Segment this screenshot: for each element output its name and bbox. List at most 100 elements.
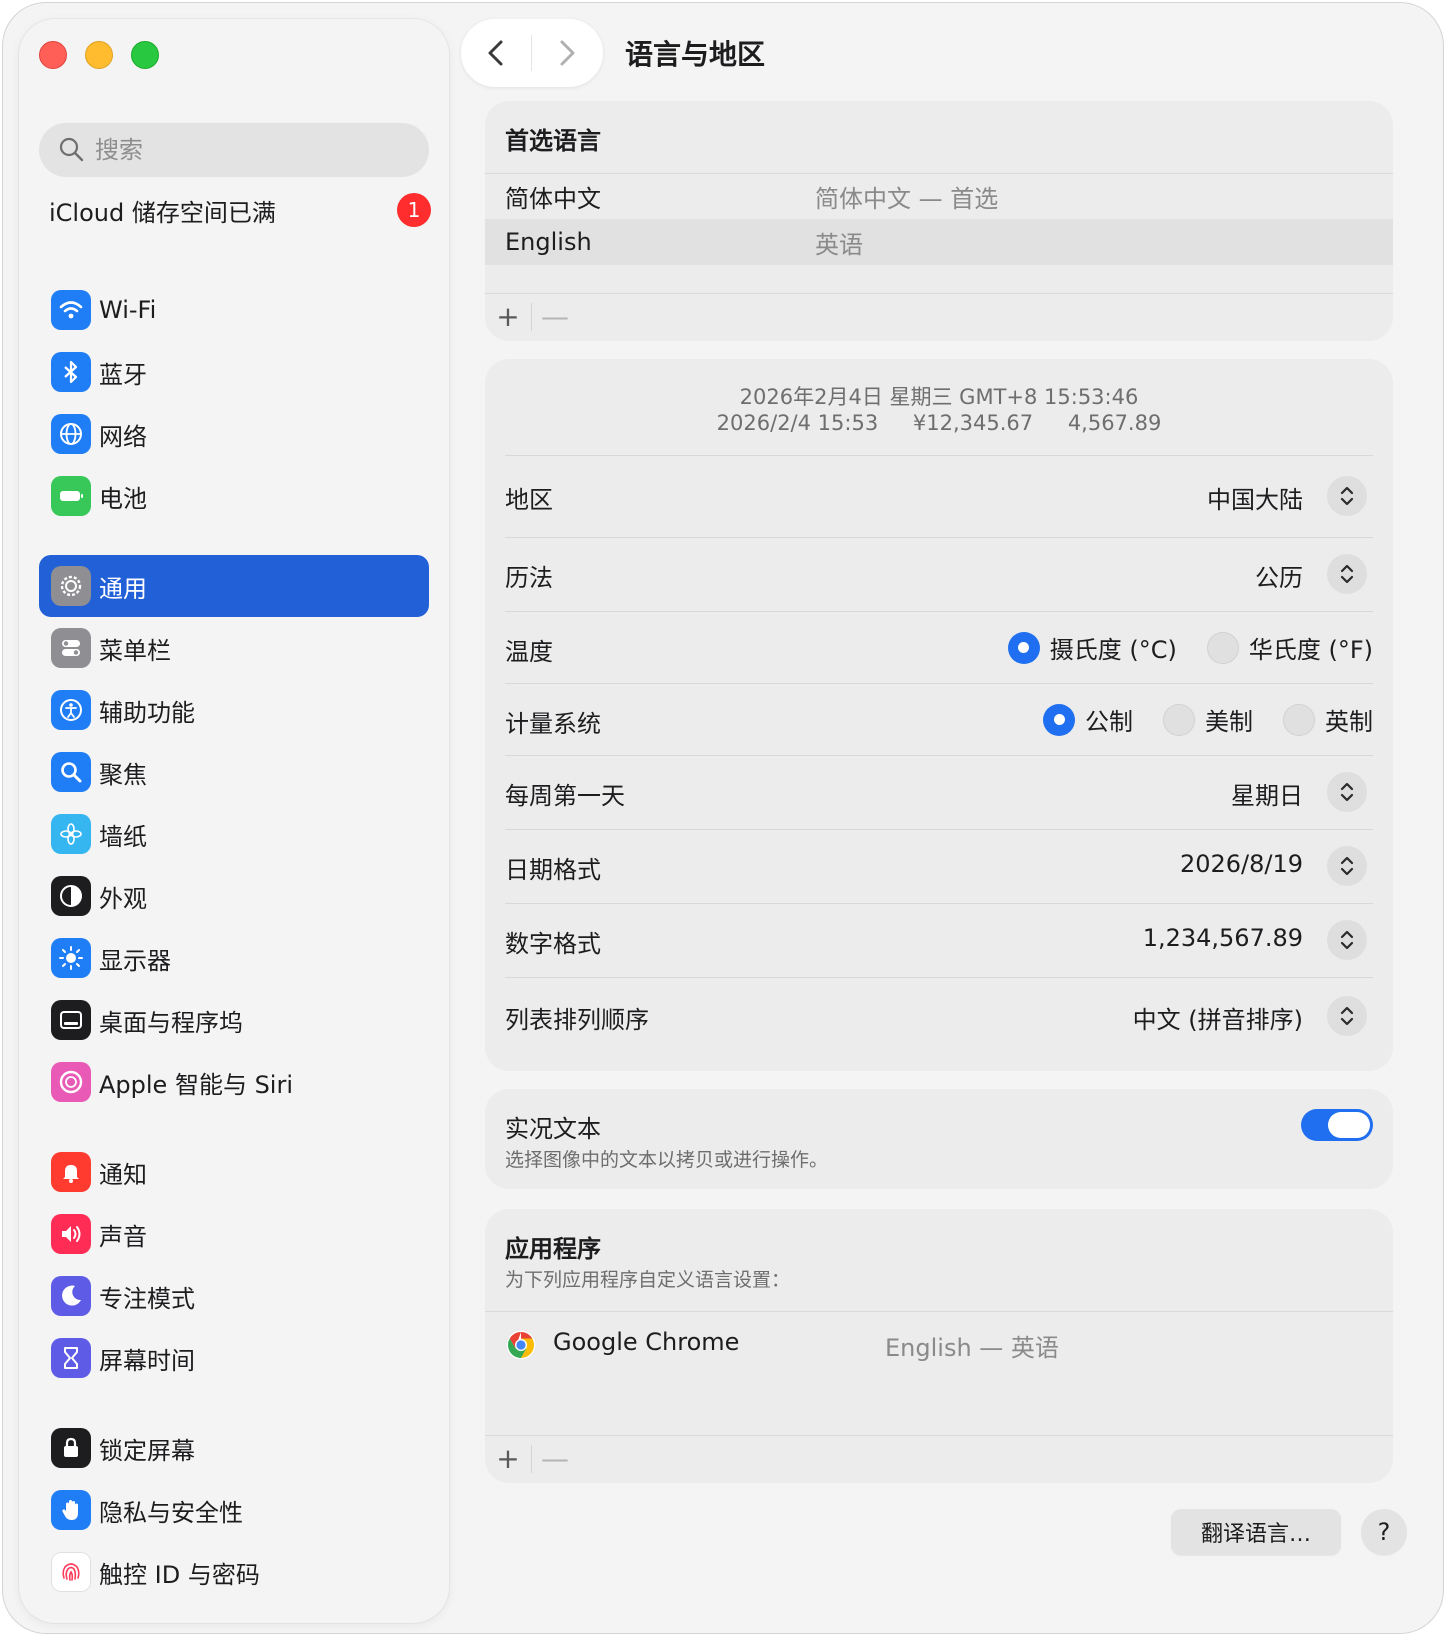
list-sort-row[interactable]: 列表排列顺序 中文 (拼音排序) xyxy=(505,977,1373,1057)
radio-selected[interactable] xyxy=(1007,631,1040,664)
preview-currency: ¥12,345.67 xyxy=(912,411,1034,435)
region-row[interactable]: 地区 中国大陆 xyxy=(505,455,1373,537)
list-sort-stepper[interactable] xyxy=(1327,996,1367,1036)
calendar-stepper[interactable] xyxy=(1327,554,1367,594)
sidebar-item-gear[interactable]: 通用 xyxy=(39,555,429,617)
language-detail: 简体中文 — 首选 xyxy=(815,185,999,213)
sidebar-item-fingerprint[interactable]: 触控 ID 与密码 xyxy=(39,1541,429,1603)
sidebar-item-label: 辅助功能 xyxy=(99,698,195,727)
first-day-row[interactable]: 每周第一天 星期日 xyxy=(505,755,1373,829)
first-day-label: 每周第一天 xyxy=(505,782,625,810)
first-day-stepper[interactable] xyxy=(1327,772,1367,812)
icloud-storage-item[interactable]: iCloud 储存空间已满 1 xyxy=(49,187,439,233)
preferred-languages-title: 首选语言 xyxy=(505,127,601,155)
sidebar-item-accessibility[interactable]: 辅助功能 xyxy=(39,679,429,741)
search-input[interactable] xyxy=(95,136,395,164)
us-radio[interactable]: 美制 xyxy=(1163,702,1253,737)
app-language-row[interactable]: Google Chrome English — 英语 xyxy=(485,1311,1393,1377)
sidebar-item-label: 蓝牙 xyxy=(99,360,147,389)
forward-button[interactable] xyxy=(532,19,602,87)
remove-language-button[interactable]: — xyxy=(532,294,578,340)
measurement-label: 计量系统 xyxy=(505,710,601,738)
search-icon xyxy=(59,137,84,162)
back-button[interactable] xyxy=(461,19,531,87)
radio-unselected[interactable] xyxy=(1283,703,1315,736)
settings-window: iCloud 储存空间已满 1 Wi-Fi 蓝牙网络电池通用菜单栏辅助功能聚焦墙纸… xyxy=(2,2,1444,1634)
wifi-icon xyxy=(51,290,91,330)
globe-icon xyxy=(51,414,91,454)
calendar-row[interactable]: 历法 公历 xyxy=(505,537,1373,611)
applications-card: 应用程序 为下列应用程序自定义语言设置： Google Chrome Engli… xyxy=(485,1209,1393,1483)
zoom-window-button[interactable] xyxy=(131,41,159,69)
sidebar-item-wallpaper[interactable]: 墙纸 xyxy=(39,803,429,865)
gear-icon xyxy=(51,566,91,606)
sidebar-item-hourglass[interactable]: 屏幕时间 xyxy=(39,1327,429,1389)
sidebar-item-label: 显示器 xyxy=(99,946,171,975)
sidebar-item-bluetooth[interactable]: 蓝牙 xyxy=(39,341,429,403)
up-down-chevron-icon xyxy=(1340,564,1354,584)
translation-languages-button[interactable]: 翻译语言… xyxy=(1171,1509,1341,1555)
notification-badge: 1 xyxy=(397,193,431,227)
app-list-controls: + — xyxy=(485,1435,1393,1481)
number-format-stepper[interactable] xyxy=(1327,920,1367,960)
preferred-languages-card: 首选语言 简体中文 简体中文 — 首选 English 英语 + — xyxy=(485,101,1393,341)
sidebar-item-notification[interactable]: 通知 xyxy=(39,1141,429,1203)
metric-radio[interactable]: 公制 xyxy=(1043,702,1133,737)
uk-radio[interactable]: 英制 xyxy=(1283,702,1373,737)
date-format-stepper[interactable] xyxy=(1327,846,1367,886)
sidebar-item-label: 墙纸 xyxy=(99,822,147,851)
sidebar-item-menubar[interactable]: 菜单栏 xyxy=(39,617,429,679)
sidebar-item-hand[interactable]: 隐私与安全性 xyxy=(39,1479,429,1541)
sidebar-item-label: 网络 xyxy=(99,422,147,451)
number-format-row[interactable]: 数字格式 1,234,567.89 xyxy=(505,903,1373,977)
display-icon xyxy=(51,938,91,978)
close-window-button[interactable] xyxy=(39,41,67,69)
sidebar-item-display[interactable]: 显示器 xyxy=(39,927,429,989)
fahrenheit-radio[interactable]: 华氏度 (°F) xyxy=(1206,630,1373,665)
list-sort-value: 中文 (拼音排序) xyxy=(1132,1006,1303,1034)
sidebar-item-wifi[interactable]: Wi-Fi xyxy=(39,279,429,341)
add-app-button[interactable]: + xyxy=(485,1436,531,1482)
language-name: English xyxy=(505,228,592,256)
radio-selected[interactable] xyxy=(1043,703,1075,736)
sidebar-item-label: 电池 xyxy=(99,484,147,513)
chevron-left-icon xyxy=(488,40,503,66)
minimize-window-button[interactable] xyxy=(85,41,113,69)
temperature-label: 温度 xyxy=(505,638,553,666)
bluetooth-icon xyxy=(51,352,91,392)
metric-label: 公制 xyxy=(1085,708,1133,736)
appearance-icon xyxy=(51,876,91,916)
moon-icon xyxy=(51,1276,91,1316)
sidebar-item-siri[interactable]: Apple 智能与 Siri xyxy=(39,1051,429,1113)
remove-app-button[interactable]: — xyxy=(532,1436,578,1482)
search-field[interactable] xyxy=(39,123,429,177)
accessibility-icon xyxy=(51,690,91,730)
radio-unselected[interactable] xyxy=(1206,631,1239,664)
sidebar-item-moon[interactable]: 专注模式 xyxy=(39,1265,429,1327)
sidebar-item-label: 隐私与安全性 xyxy=(99,1498,243,1527)
radio-unselected[interactable] xyxy=(1163,703,1195,736)
live-text-card: 实况文本 选择图像中的文本以拷贝或进行操作。 xyxy=(485,1089,1393,1189)
sidebar-item-label: 菜单栏 xyxy=(99,636,171,665)
region-stepper[interactable] xyxy=(1327,476,1367,516)
format-preview-line2: 2026/2/4 15:53 ¥12,345.67 4,567.89 xyxy=(485,411,1393,435)
help-button[interactable]: ? xyxy=(1361,1509,1407,1555)
live-text-toggle[interactable] xyxy=(1301,1109,1373,1141)
sidebar-item-battery[interactable]: 电池 xyxy=(39,465,429,527)
sidebar-item-appearance[interactable]: 外观 xyxy=(39,865,429,927)
up-down-chevron-icon xyxy=(1340,486,1354,506)
language-row[interactable]: English 英语 xyxy=(485,219,1393,265)
celsius-radio[interactable]: 摄氏度 (°C) xyxy=(1007,630,1177,665)
sidebar-item-dock[interactable]: 桌面与程序坞 xyxy=(39,989,429,1051)
sidebar-item-lock[interactable]: 锁定屏幕 xyxy=(39,1417,429,1479)
date-format-row[interactable]: 日期格式 2026/8/19 xyxy=(505,829,1373,903)
language-row[interactable]: 简体中文 简体中文 — 首选 xyxy=(485,173,1393,219)
region-format-card: 2026年2月4日 星期三 GMT+8 15:53:46 2026/2/4 15… xyxy=(485,359,1393,1071)
add-language-button[interactable]: + xyxy=(485,294,531,340)
sidebar-item-globe[interactable]: 网络 xyxy=(39,403,429,465)
sidebar-item-spotlight[interactable]: 聚焦 xyxy=(39,741,429,803)
celsius-label: 摄氏度 (°C) xyxy=(1049,636,1177,664)
app-name: Google Chrome xyxy=(553,1328,740,1356)
sidebar-item-label: 声音 xyxy=(99,1222,147,1251)
sidebar-item-sound[interactable]: 声音 xyxy=(39,1203,429,1265)
